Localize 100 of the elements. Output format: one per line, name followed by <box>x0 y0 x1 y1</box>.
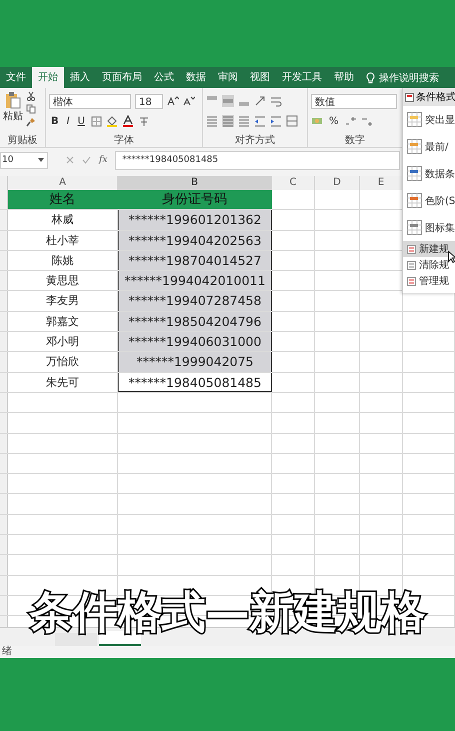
underline-button[interactable]: U <box>76 116 87 126</box>
fill-color-icon[interactable] <box>106 115 118 127</box>
shrink-font-icon[interactable] <box>183 96 195 106</box>
grow-font-icon[interactable] <box>167 96 179 106</box>
border-icon[interactable] <box>90 116 102 126</box>
currency-icon[interactable] <box>311 115 323 127</box>
ribbon-tab[interactable]: 视图 <box>244 67 276 88</box>
ribbon-tab[interactable]: 开始 <box>32 67 64 88</box>
cancel-icon[interactable] <box>66 156 74 164</box>
grid-icon <box>407 220 422 235</box>
font-color-icon[interactable] <box>122 115 134 127</box>
bold-button[interactable]: B <box>49 116 61 126</box>
search-label[interactable]: 操作说明搜索 <box>379 70 439 84</box>
menu-item[interactable]: 色阶(S <box>403 187 455 214</box>
ribbon-tab[interactable]: 页面布局 <box>96 67 148 88</box>
group-label: 剪贴板 <box>6 134 38 147</box>
align-left-icon[interactable] <box>206 115 218 127</box>
row-header[interactable] <box>0 271 8 290</box>
wrap-text-icon[interactable] <box>270 95 282 107</box>
phonetic-icon[interactable] <box>138 115 150 127</box>
menu-item[interactable]: 清除规 <box>403 257 455 273</box>
table-cell: ******199406031000 <box>118 332 272 352</box>
ribbon-tab[interactable]: 帮助 <box>328 67 360 88</box>
number-format-field[interactable]: 数值 <box>311 94 397 108</box>
row-header[interactable] <box>0 555 8 575</box>
row-header[interactable] <box>0 190 8 210</box>
paste-label: 粘贴 <box>3 110 23 123</box>
ribbon-tab[interactable]: 插入 <box>64 67 96 88</box>
menu-item[interactable]: 管理规 <box>403 273 455 289</box>
enter-icon[interactable] <box>82 156 91 164</box>
grid-icon <box>407 166 422 181</box>
table-icon <box>405 92 414 102</box>
table-cell: ******1999042075 <box>118 352 272 372</box>
increase-indent-icon[interactable] <box>270 115 282 127</box>
row-header[interactable] <box>0 332 8 352</box>
row-header[interactable] <box>0 576 8 595</box>
menu-item[interactable]: 最前/ <box>403 133 455 160</box>
row-header[interactable] <box>0 352 8 372</box>
row-header[interactable] <box>0 474 8 494</box>
menu-item[interactable]: 图标集 <box>403 214 455 241</box>
row-header[interactable] <box>0 392 8 412</box>
header-cell: 身份证号码 <box>118 190 272 210</box>
copy-icon[interactable] <box>26 104 36 114</box>
table-cell: ******199407287458 <box>118 291 272 311</box>
row-header[interactable] <box>0 454 8 474</box>
column-header[interactable]: B <box>118 176 272 190</box>
table-cell: ******199601201362 <box>118 210 272 230</box>
align-center-icon[interactable] <box>222 115 234 127</box>
row-header[interactable] <box>0 372 8 392</box>
ribbon-tab[interactable]: 开发工具 <box>276 67 328 88</box>
ribbon-tab[interactable]: 数据 <box>180 67 212 88</box>
percent-button[interactable]: % <box>327 116 341 126</box>
table-cell: ******198405081485 <box>118 372 272 392</box>
row-header[interactable] <box>0 434 8 453</box>
table-cell: ******198704014527 <box>118 250 272 270</box>
row-header[interactable] <box>0 250 8 270</box>
font-size-field[interactable]: 18 <box>135 94 163 108</box>
brush-icon[interactable] <box>26 117 36 127</box>
font-name-field[interactable]: 楷体 <box>49 94 131 108</box>
dropdown-caret-icon <box>38 158 44 162</box>
row-header[interactable] <box>0 291 8 311</box>
clipboard-icon <box>5 91 21 109</box>
group-label: 字体 <box>113 134 135 147</box>
menu-item[interactable]: 新建规 <box>403 241 455 257</box>
group-label: 数字 <box>344 134 366 147</box>
row-header[interactable] <box>0 596 8 616</box>
table-cell: ******1994042010011 <box>118 271 272 290</box>
merge-cells-icon[interactable] <box>286 115 298 127</box>
menu-item[interactable]: 数据条 <box>403 160 455 187</box>
name-box[interactable]: 10 <box>0 152 48 168</box>
insert-function-button[interactable]: fx <box>99 155 108 165</box>
group-label: 对齐方式 <box>234 134 276 147</box>
increase-decimal-icon[interactable] <box>344 115 357 127</box>
italic-button[interactable]: I <box>64 116 72 126</box>
decrease-indent-icon[interactable] <box>254 115 266 127</box>
formula-field[interactable]: ******198405081485 <box>115 150 400 170</box>
table-cell: ******199404202563 <box>118 230 272 250</box>
status-text: 绪 <box>2 646 12 657</box>
scissors-icon[interactable] <box>26 91 36 101</box>
menu-item[interactable]: 突出显 <box>403 106 455 133</box>
row-header[interactable] <box>0 312 8 332</box>
ribbon-tab[interactable]: 文件 <box>0 67 32 88</box>
grid-icon <box>407 139 422 154</box>
ribbon-tab[interactable]: 审阅 <box>212 67 244 88</box>
row-header[interactable] <box>0 413 8 433</box>
paste-button[interactable]: 粘贴 <box>3 91 23 134</box>
row-header[interactable] <box>0 230 8 250</box>
row-header[interactable] <box>0 494 8 514</box>
ribbon-tab[interactable]: 公式 <box>148 67 180 88</box>
table-cell: ******198504204796 <box>118 312 272 332</box>
lightbulb-icon[interactable] <box>366 72 375 84</box>
row-header[interactable] <box>0 210 8 230</box>
row-header[interactable] <box>0 514 8 534</box>
header-cell: 姓名 <box>8 190 118 210</box>
align-right-icon[interactable] <box>238 115 250 127</box>
align-middle-icon[interactable] <box>222 95 234 107</box>
rule-icon <box>407 244 416 254</box>
rule-icon <box>407 260 416 270</box>
row-header[interactable] <box>0 535 8 554</box>
orientation-icon[interactable] <box>254 95 266 107</box>
